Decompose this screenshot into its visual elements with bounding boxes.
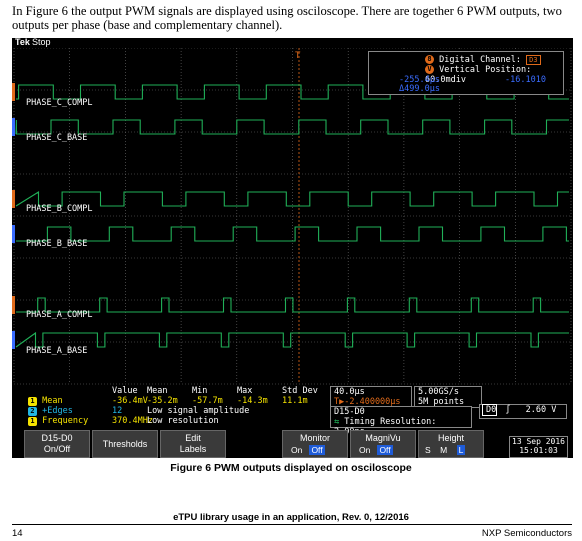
sample-rate-box[interactable]: 5.00GS/s 5M points bbox=[414, 386, 482, 408]
meas-header-mean: Mean bbox=[147, 386, 168, 396]
brand-label: Tek bbox=[15, 38, 30, 47]
monitor-toggle[interactable]: Monitor On Off bbox=[282, 430, 348, 458]
oscilloscope-screenshot: T Tek Stop 8 Digital Channel: D3 V Verti… bbox=[12, 38, 573, 458]
meas-badge-icon: 2 bbox=[28, 407, 37, 416]
channel-label-phase-c-compl: PHASE_C_COMPL bbox=[26, 98, 93, 108]
footer-title: eTPU library usage in an application, Re… bbox=[173, 512, 409, 523]
footer-divider bbox=[12, 524, 572, 525]
meas-row-mean: 1 Mean bbox=[28, 396, 63, 406]
height-selector[interactable]: Height S M L bbox=[418, 430, 484, 458]
channel-marker-icon bbox=[12, 331, 15, 349]
channel-marker-icon bbox=[12, 190, 15, 208]
meas-row-frequency: 1 Frequency bbox=[28, 416, 88, 426]
cursor-delta-readout: Δ499.0µs bbox=[399, 84, 440, 94]
intro-paragraph: In Figure 6 the output PWM signals are d… bbox=[12, 4, 562, 32]
trigger-level: 2.60 V bbox=[525, 405, 557, 415]
digital-channel-info: 8 Digital Channel: D3 V Vertical Positio… bbox=[368, 51, 564, 95]
magnivu-toggle[interactable]: MagniVu On Off bbox=[350, 430, 416, 458]
bus-timing-box[interactable]: D15-D0 ⇆ Timing Resolution: 2.00ns bbox=[330, 406, 472, 437]
channel-value: D3 bbox=[526, 55, 541, 65]
softkey-row: D15-D0 On/Off Thresholds Edit Labels Mon… bbox=[12, 430, 573, 458]
channel-label-phase-a-base: PHASE_A_BASE bbox=[26, 346, 88, 356]
meas-badge-icon: 1 bbox=[28, 417, 37, 426]
page-number: 14 bbox=[12, 528, 23, 539]
meas-header-max: Max bbox=[237, 386, 253, 396]
figure-caption: Figure 6 PWM outputs displayed on oscilo… bbox=[170, 462, 412, 474]
channel-marker-icon bbox=[12, 296, 15, 314]
channel-label-phase-b-base: PHASE_B_BASE bbox=[26, 239, 88, 249]
acquisition-status: Stop bbox=[32, 38, 51, 47]
thresholds-button[interactable]: Thresholds bbox=[92, 430, 158, 458]
edit-labels-button[interactable]: Edit Labels bbox=[160, 430, 226, 458]
channel-marker-icon bbox=[12, 83, 15, 101]
channel-label: Digital Channel: bbox=[439, 55, 522, 65]
channel-badge-icon: 8 bbox=[425, 55, 434, 64]
meas-header-stddev: Std Dev bbox=[282, 386, 318, 396]
scope-topbar: Tek Stop bbox=[12, 38, 573, 48]
channel-label-phase-a-compl: PHASE_A_COMPL bbox=[26, 310, 93, 320]
trigger-box[interactable]: D0 ∫ 2.60 V bbox=[479, 404, 567, 419]
channel-label-phase-c-base: PHASE_C_BASE bbox=[26, 133, 88, 143]
channel-label-phase-b-compl: PHASE_B_COMPL bbox=[26, 204, 93, 214]
meas-header-value: Value bbox=[112, 386, 138, 396]
bus-icon: ⇆ bbox=[334, 417, 340, 427]
d15-d0-onoff-button[interactable]: D15-D0 On/Off bbox=[24, 430, 90, 458]
channel-marker-icon bbox=[12, 225, 15, 243]
cursor-b-readout: -16.1010 bbox=[505, 75, 546, 85]
trigger-marker-icon: T bbox=[295, 51, 301, 61]
datetime-readout: 13 Sep 2016 15:01:03 bbox=[509, 436, 568, 458]
meas-badge-icon: 1 bbox=[28, 397, 37, 406]
meas-header-min: Min bbox=[192, 386, 208, 396]
meas-row-edges: 2 +Edges bbox=[28, 406, 73, 416]
vpos-badge-icon: V bbox=[425, 65, 434, 74]
company-name: NXP Semiconductors bbox=[481, 528, 572, 539]
channel-marker-icon bbox=[12, 118, 15, 136]
trigger-source: D0 bbox=[482, 404, 498, 416]
timebase-box[interactable]: 40.0µs T▶-2.400000µs bbox=[330, 386, 412, 408]
trigger-slope-icon: ∫ bbox=[505, 405, 511, 415]
